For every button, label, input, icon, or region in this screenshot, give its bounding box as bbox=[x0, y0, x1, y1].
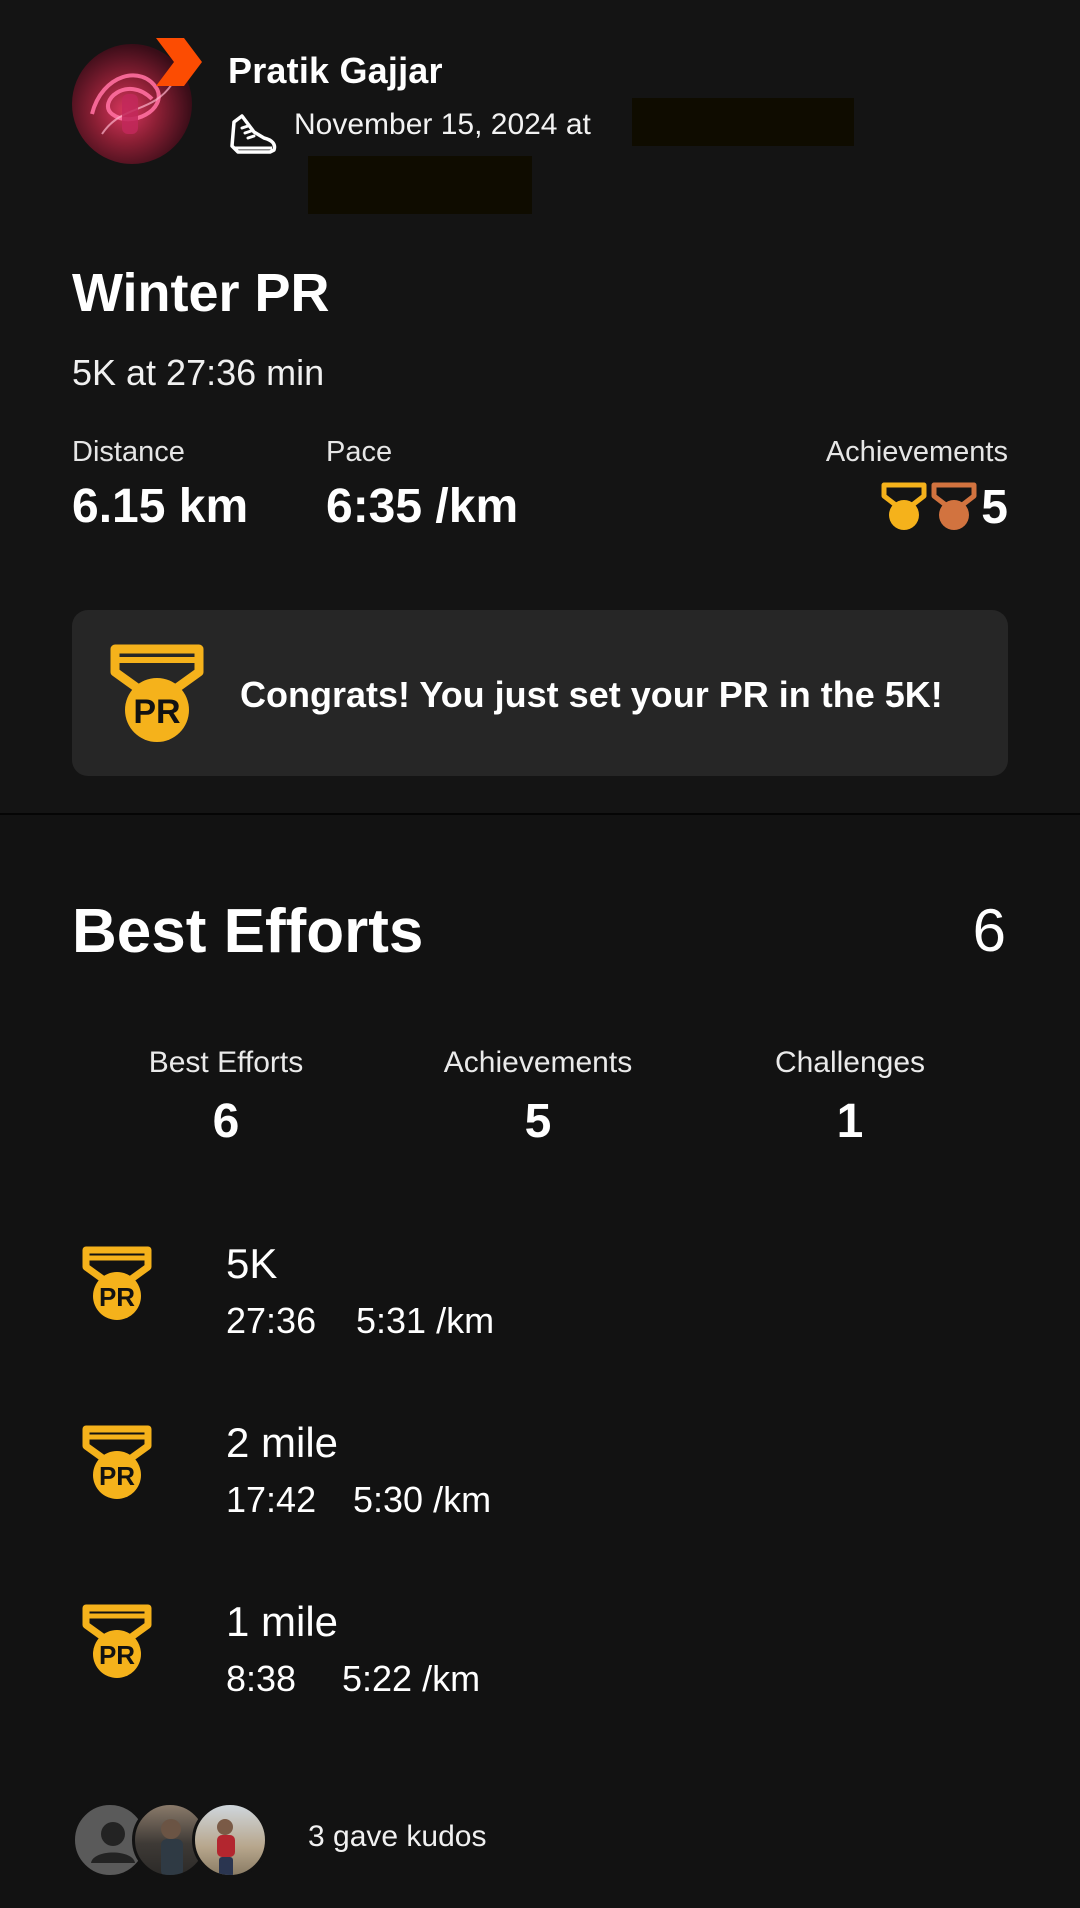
section-divider bbox=[0, 813, 1080, 815]
summary-label: Best Efforts bbox=[148, 1046, 304, 1079]
effort-time: 8:38 bbox=[226, 1658, 297, 1699]
redacted-location bbox=[632, 98, 854, 146]
svg-text:PR: PR bbox=[133, 693, 180, 731]
effort-pace: 5:30 /km bbox=[353, 1479, 492, 1520]
summary-label: Achievements bbox=[443, 1046, 633, 1079]
best-effort-row[interactable]: PR 5K 27:36 5:31 /km bbox=[0, 1240, 1080, 1360]
achievements-label: Achievements bbox=[825, 436, 1008, 468]
svg-text:PR: PR bbox=[99, 1461, 135, 1491]
best-efforts-title: Best Efforts bbox=[72, 897, 424, 966]
effort-name: 2 mile bbox=[226, 1419, 339, 1466]
summary-best-efforts[interactable]: Best Efforts 6 bbox=[76, 1046, 376, 1149]
best-efforts-count: 6 bbox=[972, 897, 1006, 964]
pr-medal-icon: PR bbox=[110, 644, 204, 742]
gold-medal-icon bbox=[881, 482, 927, 530]
activity-title: Winter PR bbox=[72, 263, 330, 323]
svg-text:PR: PR bbox=[99, 1282, 135, 1312]
best-effort-row[interactable]: PR 2 mile 17:42 5:30 /km bbox=[0, 1419, 1080, 1539]
pace-stat: Pace 6:35 /km bbox=[326, 436, 518, 534]
distance-label: Distance bbox=[72, 436, 185, 468]
summary-label: Challenges bbox=[774, 1046, 926, 1079]
athlete-avatar[interactable] bbox=[72, 38, 202, 166]
effort-pace: 5:22 /km bbox=[342, 1658, 481, 1699]
activity-detail-page: Pratik Gajjar November 15, 2024 at Winte… bbox=[0, 0, 1080, 1908]
kudos-avatar bbox=[192, 1802, 268, 1878]
kudos-count-text: 3 gave kudos bbox=[308, 1820, 487, 1853]
achievements-value: 5 bbox=[981, 480, 1008, 534]
athlete-name[interactable]: Pratik Gajjar bbox=[228, 50, 443, 92]
effort-time: 27:36 bbox=[226, 1300, 317, 1341]
distance-stat: Distance 6.15 km bbox=[72, 436, 248, 534]
pr-medal-icon: PR bbox=[82, 1425, 152, 1499]
subscriber-badge-icon bbox=[156, 38, 202, 86]
svg-text:PR: PR bbox=[99, 1640, 135, 1670]
effort-pace: 5:31 /km bbox=[356, 1300, 495, 1341]
summary-value: 5 bbox=[524, 1095, 552, 1148]
run-shoe-icon bbox=[230, 114, 277, 154]
summary-value: 1 bbox=[836, 1095, 864, 1148]
activity-date: November 15, 2024 at bbox=[294, 108, 591, 141]
achievements-stat[interactable]: Achievements 5 bbox=[826, 436, 1008, 535]
bronze-medal-icon bbox=[931, 482, 977, 530]
distance-value: 6.15 km bbox=[72, 480, 249, 533]
pr-congrats-banner[interactable]: PR Congrats! You just set your PR in the… bbox=[72, 610, 1008, 776]
pace-value: 6:35 /km bbox=[326, 480, 519, 533]
activity-header-section: Pratik Gajjar November 15, 2024 at Winte… bbox=[0, 0, 1080, 815]
summary-value: 6 bbox=[212, 1095, 240, 1148]
pr-congrats-message: Congrats! You just set your PR in the 5K… bbox=[240, 674, 943, 715]
summary-challenges[interactable]: Challenges 1 bbox=[700, 1046, 1000, 1149]
summary-achievements[interactable]: Achievements 5 bbox=[388, 1046, 688, 1149]
achievements-row: 5 bbox=[826, 479, 1008, 535]
redacted-location-line2 bbox=[308, 156, 532, 214]
activity-description: 5K at 27:36 min bbox=[72, 352, 325, 393]
effort-name: 5K bbox=[226, 1240, 278, 1287]
pr-medal-icon: PR bbox=[82, 1246, 152, 1320]
pace-label: Pace bbox=[326, 436, 393, 468]
effort-name: 1 mile bbox=[226, 1598, 339, 1645]
effort-time: 17:42 bbox=[226, 1479, 317, 1520]
best-effort-row[interactable]: PR 1 mile 8:38 5:22 /km bbox=[0, 1598, 1080, 1718]
pr-medal-icon: PR bbox=[82, 1604, 152, 1678]
